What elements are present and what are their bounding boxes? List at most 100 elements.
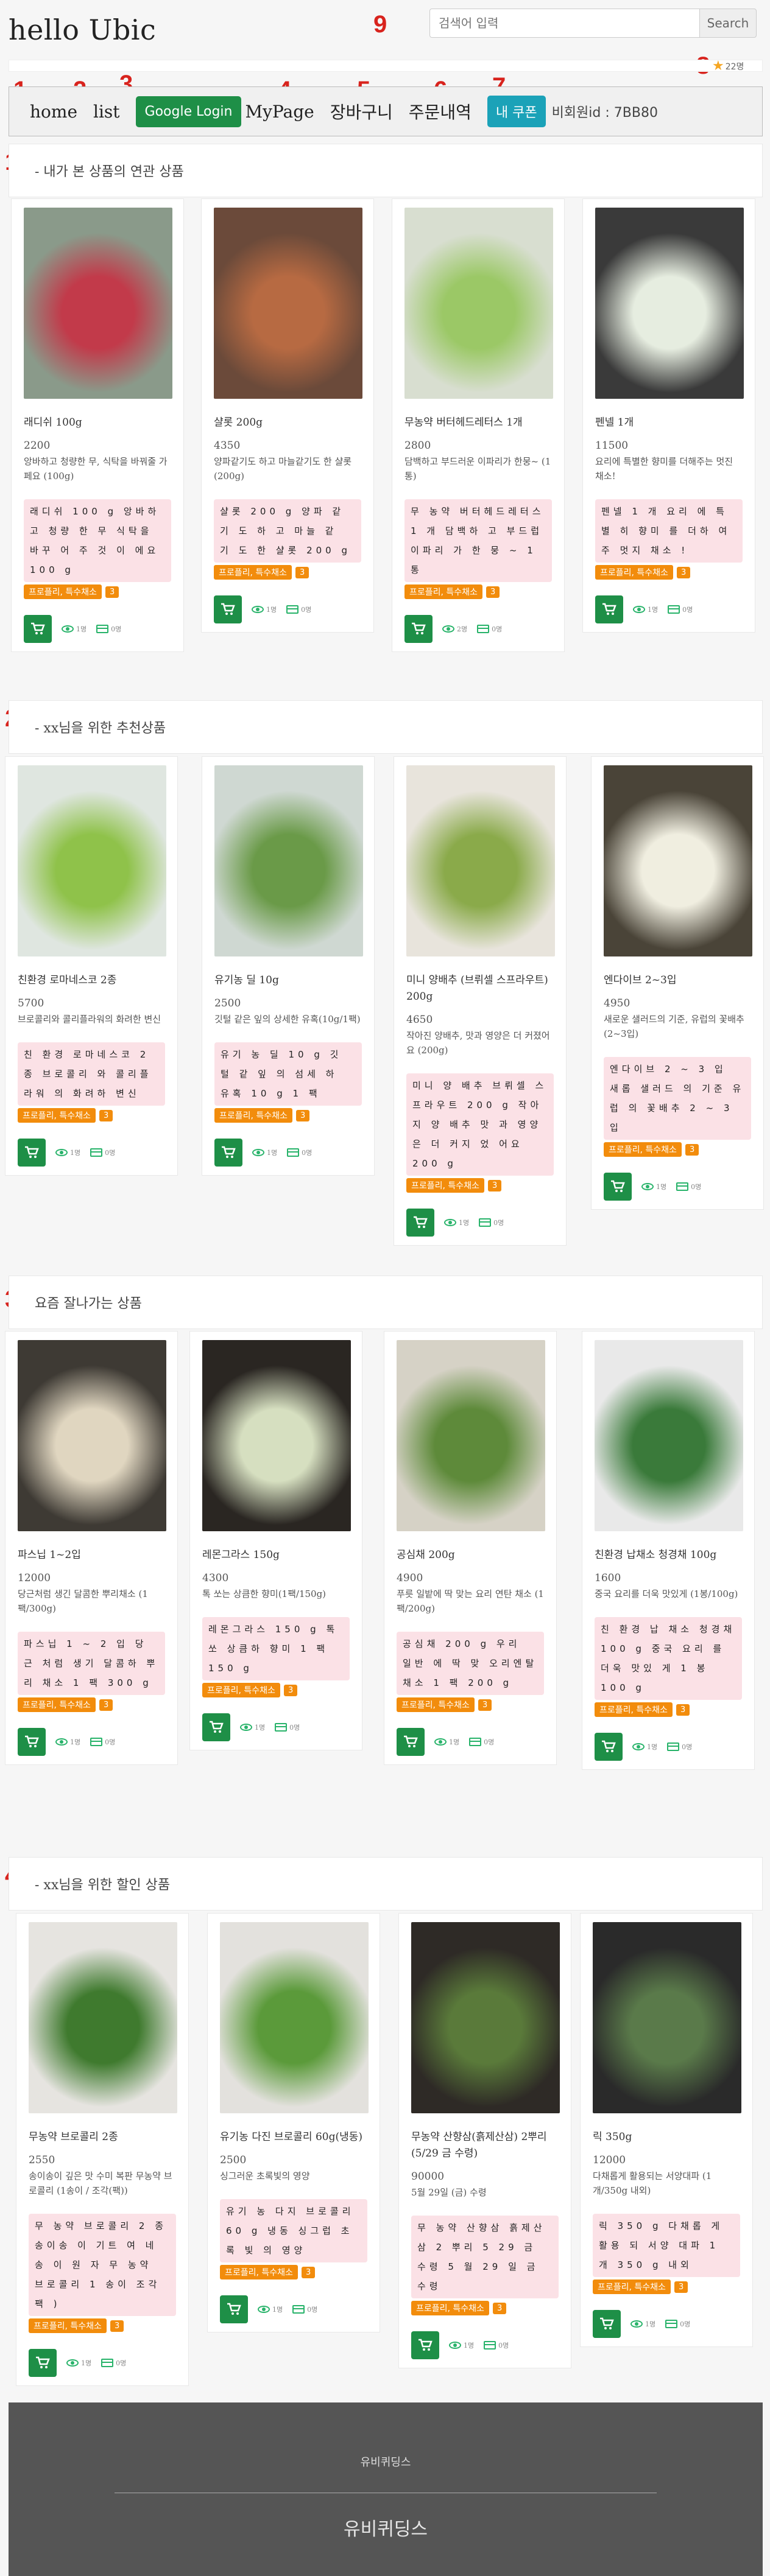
nav-orders[interactable]: 주문내역 (409, 99, 472, 124)
section-header: - xx님을 위한 추천상품 (9, 700, 763, 754)
product-image[interactable] (18, 765, 166, 956)
add-to-cart-button[interactable] (397, 1728, 425, 1756)
product-name[interactable]: 유기농 다진 브로콜리 60g(냉동) (220, 2129, 367, 2146)
product-card[interactable]: 펜넬 1개 11500 요리에 특별한 향미를 더해주는 멋진 채소! 펜넬 1 개 … (582, 198, 755, 633)
product-tags: 프로플리, 특수채소 3 (18, 1108, 165, 1123)
product-card[interactable]: 무농약 산향삼(흙제산삼) 2뿌리 (5/29 금 수령) 90000 5월 29일… (398, 1913, 571, 2368)
product-name[interactable]: 레몬그라스 150g (202, 1547, 350, 1563)
product-image[interactable] (202, 1340, 351, 1531)
product-name[interactable]: 유기농 딜 10g (214, 972, 362, 989)
product-card[interactable]: 친환경 납채소 청경채 100g 1600 중국 요리를 더욱 맛있게 (1봉/10… (582, 1331, 755, 1770)
product-image[interactable] (214, 765, 363, 956)
add-to-cart-button[interactable] (411, 2331, 439, 2359)
product-name[interactable]: 친환경 로마네스코 2종 (18, 972, 165, 989)
product-card[interactable]: 샬롯 200g 4350 양파같기도 하고 마늘같기도 한 샬롯 (200g) 샬롯 … (201, 198, 374, 633)
product-card[interactable]: 유기농 다진 브로콜리 60g(냉동) 2500 싱그러운 초록빛의 영양 유기 농 … (207, 1913, 380, 2332)
product-card[interactable]: 유기농 딜 10g 2500 깃털 같은 잎의 상세한 유혹(10g/1팩) 유기 농… (202, 756, 375, 1176)
product-name[interactable]: 무농약 브로콜리 2종 (29, 2129, 176, 2146)
product-price: 2800 (404, 440, 431, 452)
product-name[interactable]: 펜넬 1개 (595, 415, 743, 431)
product-card[interactable]: 무농약 브로콜리 2종 2550 송이송이 깊은 맛 수미 복판 무농약 브로콜리 … (16, 1913, 189, 2386)
product-name[interactable]: 릭 350g (593, 2129, 740, 2146)
add-to-cart-button[interactable] (214, 595, 242, 623)
search-input[interactable] (429, 9, 699, 38)
product-image[interactable] (593, 1922, 741, 2113)
nav-mypage[interactable]: MyPage (245, 102, 314, 122)
product-image[interactable] (24, 208, 172, 399)
product-image[interactable] (406, 765, 555, 956)
product-name[interactable]: 래디쉬 100g (24, 415, 171, 431)
tag-count: 3 (676, 1704, 690, 1716)
product-name[interactable]: 엔다이브 2~3입 (604, 972, 751, 989)
product-card[interactable]: 릭 350g 12000 다채롭게 활용되는 서양대파 (1개/350g 내외) 릭 … (580, 1913, 753, 2347)
section-header: - xx님을 위한 할인 상품 (9, 1857, 763, 1911)
product-image[interactable] (18, 1340, 166, 1531)
search-button[interactable]: Search (699, 9, 757, 38)
product-image[interactable] (397, 1340, 545, 1531)
product-image[interactable] (29, 1922, 177, 2113)
purchase-count: 0명 (498, 2342, 509, 2350)
add-to-cart-button[interactable] (595, 595, 623, 623)
add-to-cart-button[interactable] (593, 2310, 621, 2338)
cart-icon (602, 1740, 616, 1752)
google-login-button[interactable]: Google Login (135, 96, 242, 127)
product-card[interactable]: 레몬그라스 150g 4300 톡 쏘는 상큼한 향미(1팩/150g) 레몬그라스 … (189, 1331, 362, 1750)
add-to-cart-button[interactable] (214, 1139, 242, 1167)
add-to-cart-button[interactable] (18, 1728, 46, 1756)
purchase-count: 0명 (116, 2359, 127, 2367)
product-name[interactable]: 샬롯 200g (214, 415, 361, 431)
add-to-cart-button[interactable] (29, 2349, 57, 2377)
footer-brand: 유비퀴딩스 (344, 2519, 428, 2540)
nav-list[interactable]: list (93, 102, 120, 122)
product-card[interactable]: 래디쉬 100g 2200 앙바하고 청량한 무, 식탁을 바꿔줄 가페요 (100… (11, 198, 184, 652)
product-price: 90000 (411, 2171, 445, 2183)
product-card[interactable]: 무농약 버터헤드레터스 1개 2800 담백하고 부드러운 이파리가 한뭉~ (1통… (392, 198, 565, 652)
product-name[interactable]: 친환경 납채소 청경채 100g (595, 1547, 742, 1563)
product-name[interactable]: 파스닙 1~2입 (18, 1547, 165, 1563)
store-tag: 프로플리, 특수채소 (595, 565, 673, 580)
nav-cart[interactable]: 장바구니 (330, 99, 393, 124)
product-card[interactable]: 친환경 로마네스코 2종 5700 브로콜리와 콜리플라워의 화려한 변신 친 환경 … (5, 756, 178, 1176)
site-title[interactable]: hello Ubic (9, 13, 156, 46)
product-card[interactable]: 파스닙 1~2입 12000 당근처럼 생긴 달콤한 뿌리채소 (1팩/300g) 파… (5, 1331, 178, 1765)
product-card[interactable]: 엔다이브 2~3입 4950 새로운 샐러드의 기준, 유럽의 꽃배추 (2~3입)… (591, 756, 764, 1210)
product-image[interactable] (411, 1922, 560, 2113)
purchase-count: 0명 (307, 2306, 318, 2314)
product-image[interactable] (220, 1922, 369, 2113)
add-to-cart-button[interactable] (406, 1209, 434, 1237)
purchase-indicator: 0명 (90, 1148, 115, 1157)
add-to-cart-button[interactable] (604, 1173, 632, 1201)
visitor-stat: ★ 22명 (712, 58, 744, 74)
add-to-cart-button[interactable] (18, 1139, 46, 1167)
product-image[interactable] (604, 765, 752, 956)
add-to-cart-button[interactable] (202, 1713, 230, 1741)
product-image[interactable] (595, 1340, 743, 1531)
card-icon (479, 1218, 492, 1227)
product-name[interactable]: 미니 양배추 (브뤼셀 스프라우트) 200g (406, 972, 554, 1005)
main-nav: home list Google Login MyPage 장바구니 주문내역 … (9, 86, 763, 136)
product-price: 12000 (18, 1572, 51, 1584)
product-description: 깃털 같은 잎의 상세한 유혹(10g/1팩) (214, 1014, 361, 1025)
add-to-cart-button[interactable] (595, 1733, 623, 1761)
product-image[interactable] (404, 208, 553, 399)
store-tag: 프로플리, 특수채소 (24, 584, 102, 599)
product-image[interactable] (595, 208, 744, 399)
product-name[interactable]: 공심채 200g (397, 1547, 544, 1563)
product-tags: 프로플리, 특수채소 3 (202, 1683, 350, 1697)
views-indicator: 1명 (252, 1148, 277, 1157)
add-to-cart-button[interactable] (24, 615, 52, 643)
add-to-cart-button[interactable] (220, 2295, 248, 2323)
product-name[interactable]: 무농약 버터헤드레터스 1개 (404, 415, 552, 431)
product-card[interactable]: 공심채 200g 4900 푸릇 일밭에 딱 맞는 요리 연탄 채소 (1팩/200… (384, 1331, 557, 1765)
product-name[interactable]: 무농약 산향삼(흙제산삼) 2뿌리 (5/29 금 수령) (411, 2129, 559, 2162)
cart-icon (404, 1735, 418, 1747)
cart-icon (414, 1216, 428, 1228)
product-card[interactable]: 미니 양배추 (브뤼셀 스프라우트) 200g 4650 작아진 양배추, 맛과 영… (394, 756, 567, 1246)
product-image[interactable] (214, 208, 362, 399)
eye-icon (633, 606, 645, 613)
purchase-indicator: 0명 (477, 624, 502, 634)
my-coupon-button[interactable]: 내 쿠폰 (487, 96, 546, 127)
views-indicator: 1명 (62, 624, 87, 634)
add-to-cart-button[interactable] (404, 615, 433, 643)
nav-home[interactable]: home (30, 102, 77, 122)
